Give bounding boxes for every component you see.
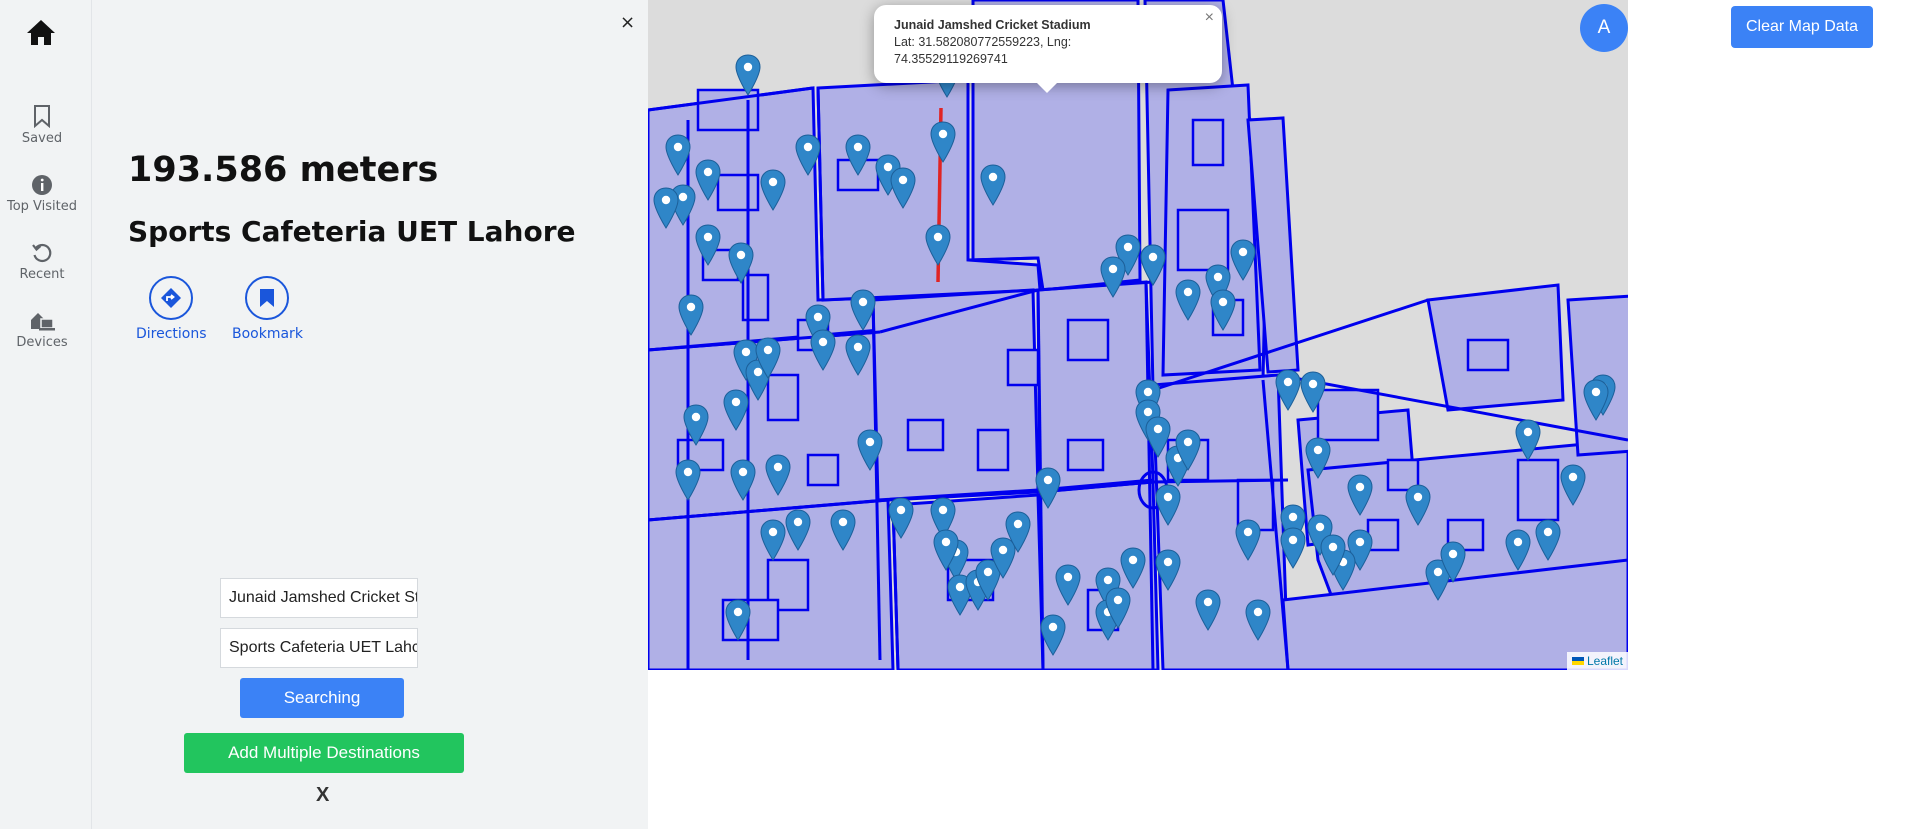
directions-button[interactable]: Directions	[136, 276, 207, 342]
building	[806, 453, 840, 487]
bookmark-label: Bookmark	[232, 326, 303, 342]
popup-coords-line2: 74.35529119269741	[894, 52, 1008, 66]
destination-input[interactable]: Sports Cafeteria UET Lahc	[220, 628, 418, 668]
directions-panel: × 193.586 meters Sports Cafeteria UET La…	[92, 0, 648, 829]
bookmark-icon	[34, 105, 50, 128]
map-attribution[interactable]: Leaflet	[1566, 652, 1628, 670]
bookmark-icon	[260, 289, 275, 307]
rail-item-label: Recent	[19, 267, 65, 282]
clear-map-data-button[interactable]: Clear Map Data	[1731, 6, 1873, 48]
building	[1366, 518, 1400, 552]
ukraine-flag-icon	[1571, 657, 1584, 665]
directions-icon	[161, 288, 182, 308]
icon-rail: Saved Top Visited Recent Devices	[0, 0, 92, 829]
close-panel-button[interactable]: ×	[620, 12, 635, 33]
search-button[interactable]: Searching	[240, 678, 404, 718]
building	[976, 428, 1010, 472]
user-avatar[interactable]: A	[1580, 4, 1628, 52]
road	[1152, 478, 1289, 484]
place-name: Sports Cafeteria UET Lahore	[128, 215, 576, 248]
rail-item-top-visited[interactable]: Top Visited	[0, 174, 84, 214]
road	[967, 256, 1039, 262]
directions-label: Directions	[136, 326, 207, 342]
map-view[interactable]: Leaflet	[648, 0, 1628, 670]
rail-item-label: Top Visited	[6, 199, 78, 214]
popup-coords-line1: Lat: 31.582080772559223, Lng:	[894, 35, 1072, 49]
building	[1176, 208, 1230, 272]
history-icon	[32, 243, 52, 263]
building	[1466, 338, 1510, 372]
attribution-link[interactable]: Leaflet	[1587, 654, 1623, 668]
add-multiple-destinations-button[interactable]: Add Multiple Destinations	[184, 733, 464, 773]
home-icon[interactable]	[26, 18, 58, 48]
rail-item-devices[interactable]: Devices	[0, 310, 84, 350]
popup-title: Junaid Jamshed Cricket Stadium	[894, 18, 1091, 32]
building	[1516, 458, 1560, 522]
building	[716, 173, 760, 212]
info-icon	[32, 175, 52, 195]
building	[1191, 118, 1225, 167]
marker-popup: Junaid Jamshed Cricket Stadium Lat: 31.5…	[874, 5, 1222, 83]
devices-icon	[31, 313, 55, 331]
popup-close-button[interactable]: ×	[1205, 9, 1214, 26]
rail-item-label: Saved	[21, 131, 63, 146]
building	[766, 373, 800, 422]
building-block	[871, 288, 1040, 502]
building	[1006, 348, 1040, 387]
building	[906, 418, 945, 452]
rail-item-saved[interactable]: Saved	[0, 104, 84, 146]
building	[1316, 388, 1380, 442]
route-distance: 193.586 meters	[128, 150, 439, 190]
rail-item-recent[interactable]: Recent	[0, 242, 84, 282]
building	[1066, 438, 1105, 472]
rail-item-label: Devices	[16, 335, 68, 350]
map-canvas[interactable]	[648, 0, 1628, 670]
origin-input[interactable]: Junaid Jamshed Cricket St	[220, 578, 418, 618]
building	[1066, 318, 1110, 362]
popup-tip	[1036, 82, 1058, 93]
bookmark-button[interactable]: Bookmark	[232, 276, 303, 342]
clear-destinations-button[interactable]: X	[316, 784, 329, 807]
